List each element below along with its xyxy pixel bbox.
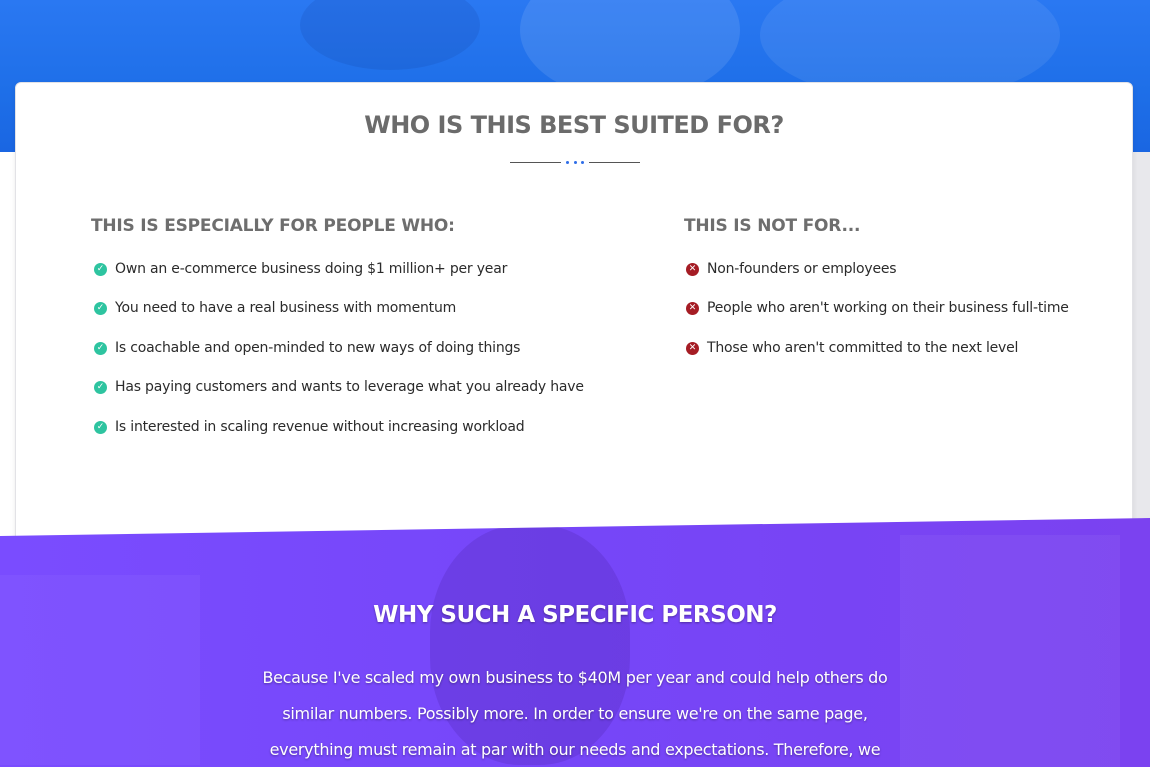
check-circle-icon: ✓ [94, 380, 107, 394]
why-section-band: WHY SUCH A SPECIFIC PERSON? Because I've… [0, 518, 1150, 767]
section-title: WHO IS THIS BEST SUITED FOR? [364, 111, 784, 139]
list-item-text: Is interested in scaling revenue without… [115, 419, 525, 435]
check-circle-icon: ✓ [94, 262, 107, 276]
hero-photo-shape [300, 0, 480, 70]
list-item: ✕ Those who aren't committed to the next… [686, 338, 1018, 358]
why-section-body: Because I've scaled my own business to $… [262, 668, 888, 759]
title-divider [510, 161, 640, 165]
list-item: ✓ Is interested in scaling revenue witho… [94, 417, 525, 437]
list-item-text: People who aren't working on their busin… [707, 300, 1069, 316]
list-item: ✓ Has paying customers and wants to leve… [94, 377, 584, 397]
check-circle-icon: ✓ [94, 420, 107, 434]
check-circle-icon: ✓ [94, 341, 107, 355]
times-circle-icon: ✕ [686, 301, 699, 315]
list-item-text: You need to have a real business with mo… [115, 300, 457, 316]
list-item: ✓ Is coachable and open-minded to new wa… [94, 338, 520, 358]
list-item-text: Own an e-commerce business doing $1 mill… [115, 261, 508, 277]
times-circle-icon: ✕ [686, 341, 699, 355]
list-item: ✕ Non-founders or employees [686, 259, 897, 279]
list-item-text: Those who aren't committed to the next l… [707, 340, 1019, 356]
suited-for-card: WHO IS THIS BEST SUITED FOR? THIS IS ESP… [15, 82, 1133, 552]
not-column-heading: THIS IS NOT FOR... [684, 216, 861, 236]
check-circle-icon: ✓ [94, 301, 107, 315]
list-item-text: Is coachable and open-minded to new ways… [115, 340, 521, 356]
list-item: ✕ People who aren't working on their bus… [686, 298, 1069, 318]
background-photo-shape [900, 535, 1120, 767]
page-gutter [1133, 152, 1150, 532]
list-item-text: Non-founders or employees [707, 261, 897, 277]
list-item-text: Has paying customers and wants to levera… [115, 379, 584, 395]
divider-line [589, 162, 640, 163]
times-circle-icon: ✕ [686, 262, 699, 276]
divider-line [510, 162, 561, 163]
list-item: ✓ Own an e-commerce business doing $1 mi… [94, 259, 507, 279]
list-item: ✓ You need to have a real business with … [94, 298, 456, 318]
divider-dots-icon [566, 161, 584, 165]
why-section-title: WHY SUCH A SPECIFIC PERSON? [373, 602, 777, 628]
for-column-heading: THIS IS ESPECIALLY FOR PEOPLE WHO: [91, 216, 455, 236]
